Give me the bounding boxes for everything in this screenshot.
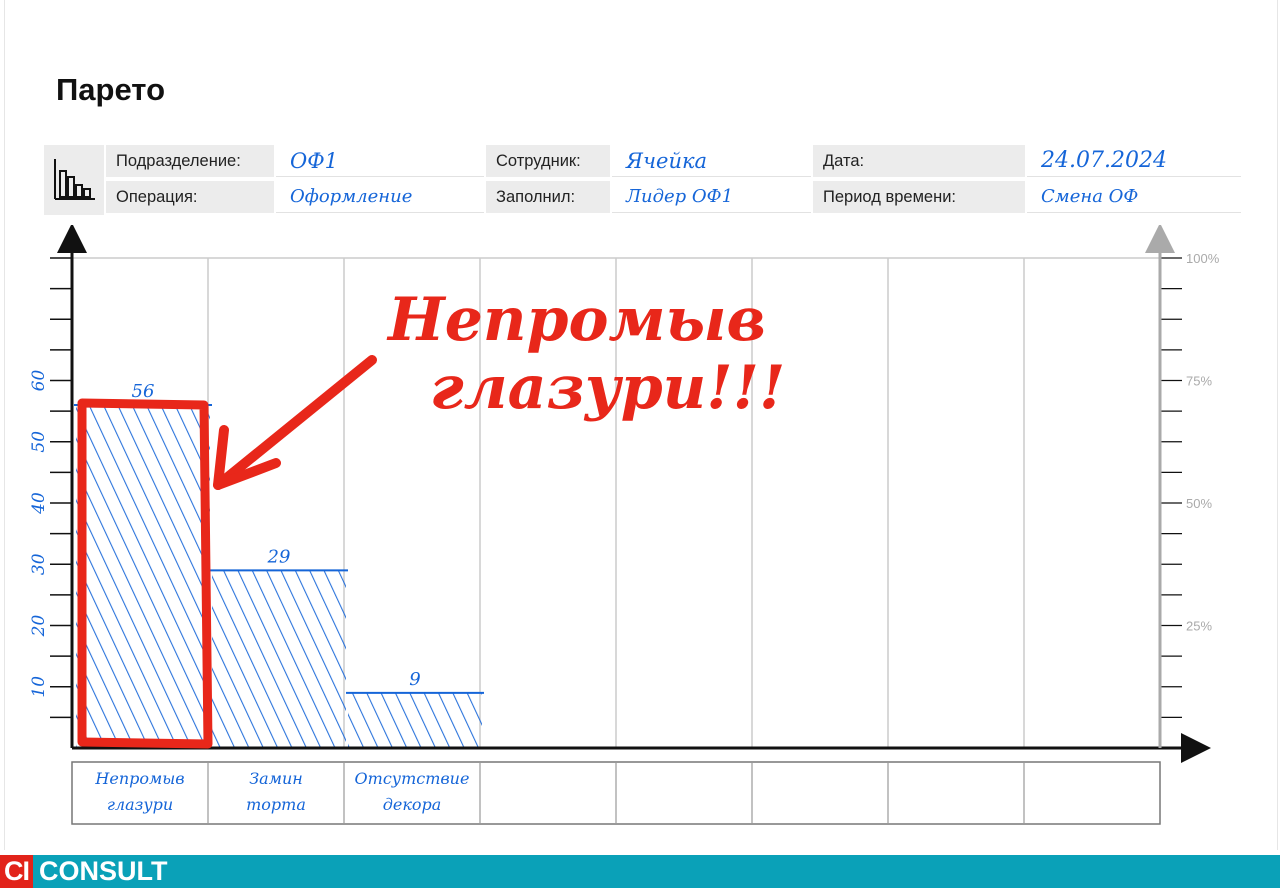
y-tick-label: 40 [29,492,49,515]
pareto-chart: 56299102030405060100%75%50%25%Непромывгл… [29,225,1220,825]
y-tick-label: 60 [29,370,49,392]
filled-by-label: Заполнил: [486,181,610,213]
y2-tick-label: 100% [1186,251,1220,266]
logo-consult-text: CONSULT [33,855,174,888]
y-tick-label: 20 [29,615,49,638]
period-field[interactable]: Смена ОФ [1027,181,1241,213]
annotation-text-line2: глазури!!! [430,353,785,423]
employee-field[interactable]: Ячейка [612,145,811,177]
x-tick-label: глазури [107,795,173,814]
y-tick-label: 50 [29,431,49,453]
logo-ci-text: CI [0,855,33,888]
annotation-arrow-shaft [213,355,377,490]
bar-0 [76,405,210,748]
y2-tick-label: 75% [1186,374,1212,389]
x-tick-label: Замин [249,769,303,788]
operation-field[interactable]: Оформление [276,181,484,213]
footer-bar [0,855,1280,888]
bar-data-label: 29 [267,546,291,567]
y2-tick-label: 25% [1186,619,1212,634]
bar-data-label: 56 [132,381,155,402]
x-tick-label: торта [246,795,306,814]
x-tick-label: декора [383,795,442,814]
period-label: Период времени: [813,181,1025,213]
filled-by-field[interactable]: Лидер ОФ1 [612,181,811,213]
y-tick-label: 10 [29,676,49,698]
page-title: Парето [56,72,165,107]
bar-chart-icon [44,145,104,215]
ci-consult-logo: CI CONSULT [0,855,174,888]
y-tick-label: 30 [29,553,49,575]
date-field[interactable]: 24.07.2024 [1027,145,1241,177]
y2-tick-label: 50% [1186,496,1212,511]
annotation-text-line1: Непромыв [386,285,766,355]
x-tick-label: Непромыв [94,769,184,788]
bar-2 [348,692,482,748]
bar-1 [212,570,346,748]
bar-data-label: 9 [409,669,420,690]
employee-label: Сотрудник: [486,145,610,177]
division-field[interactable]: ОФ1 [276,145,484,177]
date-label: Дата: [813,145,1025,177]
x-tick-label: Отсутствие [355,769,470,788]
division-label: Подразделение: [106,145,274,177]
operation-label: Операция: [106,181,274,213]
